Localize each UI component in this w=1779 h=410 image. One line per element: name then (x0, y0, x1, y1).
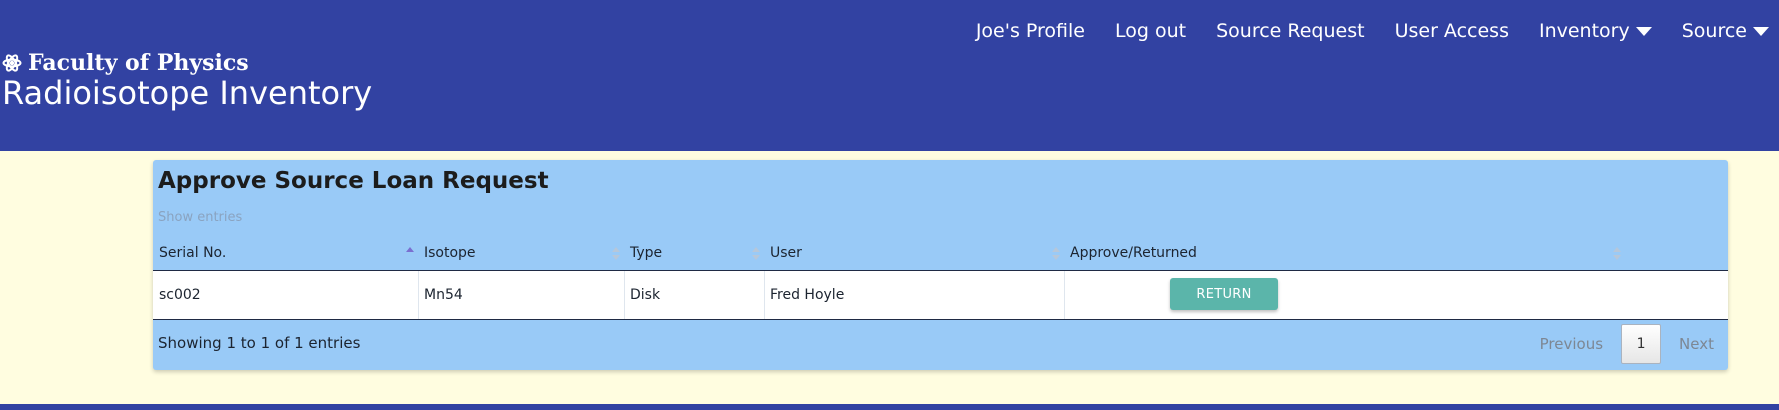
table-info: Showing 1 to 1 of 1 entries (158, 334, 361, 352)
panel-title: Approve Source Loan Request (158, 168, 549, 194)
col-header-approve[interactable]: Approve/Returned (1064, 238, 1625, 270)
app-title[interactable]: Radioisotope Inventory (2, 74, 372, 112)
top-nav: Joe's Profile Log out Source Request Use… (976, 20, 1769, 42)
nav-profile-label: Joe's Profile (975, 20, 1085, 42)
col-header-user-label: User (770, 245, 802, 261)
nav-inventory-dropdown[interactable]: Inventory (1539, 20, 1652, 42)
nav-source-dropdown[interactable]: Source (1682, 20, 1769, 42)
loan-request-panel: Approve Source Loan Request Show entries… (153, 160, 1728, 370)
return-button[interactable]: RETURN (1170, 278, 1278, 310)
nav-source-label: Source (1681, 20, 1747, 42)
caret-down-icon (1635, 26, 1652, 36)
caret-down-icon (1753, 26, 1769, 36)
show-entries-label: Show entries (158, 210, 243, 225)
previous-page-button[interactable]: Previous (1526, 335, 1617, 353)
nav-inventory-label: Inventory (1538, 20, 1630, 42)
col-header-type[interactable]: Type (624, 238, 764, 270)
table-row: sc002 Mn54 Disk Fred Hoyle (153, 271, 1728, 320)
nav-source-request[interactable]: Source Request (1216, 20, 1364, 42)
nav-logout-label: Log out (1115, 20, 1187, 42)
atom-icon (2, 53, 22, 73)
sort-icon (752, 247, 760, 261)
pagination: Previous 1 Next (1526, 324, 1728, 364)
col-header-serial[interactable]: Serial No. (153, 238, 418, 270)
cell-isotope: Mn54 (424, 287, 463, 303)
next-page-button[interactable]: Next (1665, 335, 1728, 353)
col-header-type-label: Type (630, 245, 663, 261)
page-1-button[interactable]: 1 (1621, 324, 1662, 364)
column-divider (1064, 271, 1065, 319)
nav-profile[interactable]: Joe's Profile (976, 20, 1085, 42)
nav-logout[interactable]: Log out (1115, 20, 1186, 42)
nav-source-request-label: Source Request (1216, 20, 1365, 42)
org-name: Faculty of Physics (28, 50, 249, 76)
cell-serial: sc002 (159, 287, 201, 303)
sort-icon (1052, 247, 1060, 261)
nav-user-access[interactable]: User Access (1395, 20, 1509, 42)
col-header-isotope[interactable]: Isotope (418, 238, 624, 270)
table-header: Serial No. Isotope Type User Approve/Ret… (153, 238, 1728, 272)
cell-user: Fred Hoyle (770, 287, 845, 303)
sort-asc-icon (406, 247, 414, 261)
nav-user-access-label: User Access (1394, 20, 1509, 42)
col-header-user[interactable]: User (764, 238, 1064, 270)
top-header: Faculty of Physics Radioisotope Inventor… (0, 0, 1779, 151)
col-header-serial-label: Serial No. (159, 245, 227, 261)
sort-icon (612, 247, 620, 261)
col-header-isotope-label: Isotope (424, 245, 476, 261)
footer-rule (0, 404, 1779, 410)
col-header-approve-label: Approve/Returned (1070, 245, 1197, 261)
sort-icon (1613, 247, 1621, 261)
cell-type: Disk (630, 287, 661, 303)
brand-org: Faculty of Physics (2, 50, 249, 76)
